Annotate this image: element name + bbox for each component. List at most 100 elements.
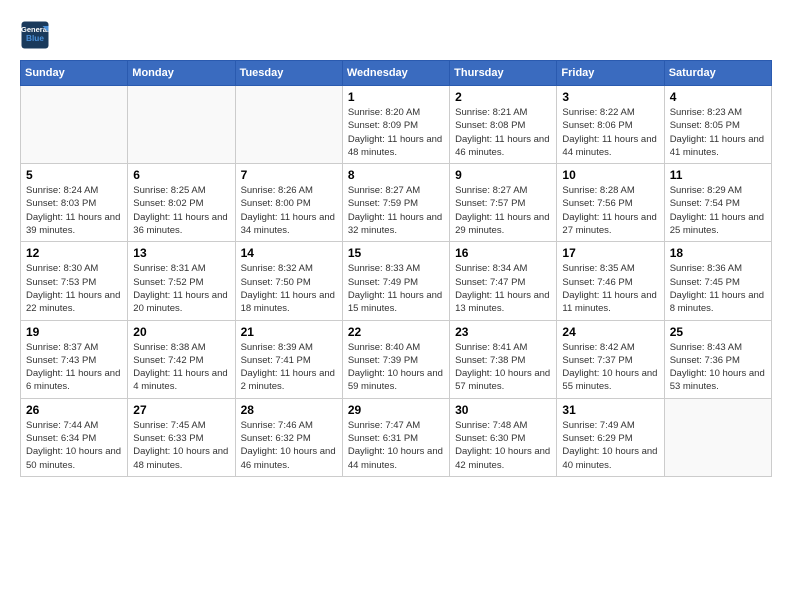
day-number: 14 — [241, 246, 337, 260]
calendar-table: SundayMondayTuesdayWednesdayThursdayFrid… — [20, 60, 772, 477]
day-number: 27 — [133, 403, 229, 417]
calendar-cell: 18Sunrise: 8:36 AM Sunset: 7:45 PM Dayli… — [664, 242, 771, 320]
day-number: 10 — [562, 168, 658, 182]
day-info: Sunrise: 8:27 AM Sunset: 7:59 PM Dayligh… — [348, 184, 444, 237]
day-info: Sunrise: 8:41 AM Sunset: 7:38 PM Dayligh… — [455, 341, 551, 394]
calendar-cell: 16 Sunrise: 8:34 AM Sunset: 7:47 PM Dayli… — [450, 242, 557, 320]
day-number: 16 — [455, 246, 551, 260]
day-number: 28 — [241, 403, 337, 417]
day-number: 6 — [133, 168, 229, 182]
calendar-cell: 5 Sunrise: 8:24 AM Sunset: 8:03 PM Daylig… — [21, 164, 128, 242]
day-number: 30 — [455, 403, 551, 417]
day-number: 23 — [455, 325, 551, 339]
calendar-cell: 21Sunrise: 8:39 AM Sunset: 7:41 PM Dayli… — [235, 320, 342, 398]
day-info: Sunrise: 7:46 AM Sunset: 6:32 PM Dayligh… — [241, 419, 337, 472]
calendar-week-row: 5 Sunrise: 8:24 AM Sunset: 8:03 PM Daylig… — [21, 164, 772, 242]
day-info: Sunrise: 8:25 AM Sunset: 8:02 PM Dayligh… — [133, 184, 229, 237]
day-info: Sunrise: 7:44 AM Sunset: 6:34 PM Dayligh… — [26, 419, 122, 472]
weekday-header-sunday: Sunday — [21, 61, 128, 86]
calendar-cell: 8Sunrise: 8:27 AM Sunset: 7:59 PM Daylig… — [342, 164, 449, 242]
day-info: Sunrise: 8:34 AM Sunset: 7:47 PM Dayligh… — [455, 262, 551, 315]
calendar-cell: 22 Sunrise: 8:40 AM Sunset: 7:39 PM Dayli… — [342, 320, 449, 398]
day-number: 12 — [26, 246, 122, 260]
calendar-cell — [21, 86, 128, 164]
calendar-cell: 3Sunrise: 8:22 AM Sunset: 8:06 PM Daylig… — [557, 86, 664, 164]
day-info: Sunrise: 8:20 AM Sunset: 8:09 PM Dayligh… — [348, 106, 444, 159]
calendar-cell: 25 Sunrise: 8:43 AM Sunset: 7:36 PM Dayli… — [664, 320, 771, 398]
day-number: 1 — [348, 90, 444, 104]
calendar-cell: 1 Sunrise: 8:20 AM Sunset: 8:09 PM Daylig… — [342, 86, 449, 164]
calendar-cell: 12 Sunrise: 8:30 AM Sunset: 7:53 PM Dayli… — [21, 242, 128, 320]
calendar-week-row: 12 Sunrise: 8:30 AM Sunset: 7:53 PM Dayli… — [21, 242, 772, 320]
weekday-header-saturday: Saturday — [664, 61, 771, 86]
day-info: Sunrise: 8:29 AM Sunset: 7:54 PM Dayligh… — [670, 184, 766, 237]
day-number: 25 — [670, 325, 766, 339]
day-number: 13 — [133, 246, 229, 260]
calendar-cell: 17Sunrise: 8:35 AM Sunset: 7:46 PM Dayli… — [557, 242, 664, 320]
day-number: 31 — [562, 403, 658, 417]
calendar-cell: 14 Sunrise: 8:32 AM Sunset: 7:50 PM Dayli… — [235, 242, 342, 320]
day-number: 26 — [26, 403, 122, 417]
day-info: Sunrise: 7:49 AM Sunset: 6:29 PM Dayligh… — [562, 419, 658, 472]
calendar-cell: 4 Sunrise: 8:23 AM Sunset: 8:05 PM Daylig… — [664, 86, 771, 164]
day-number: 22 — [348, 325, 444, 339]
day-info: Sunrise: 8:33 AM Sunset: 7:49 PM Dayligh… — [348, 262, 444, 315]
day-info: Sunrise: 8:43 AM Sunset: 7:36 PM Dayligh… — [670, 341, 766, 394]
day-number: 5 — [26, 168, 122, 182]
calendar-cell: 30 Sunrise: 7:48 AM Sunset: 6:30 PM Dayli… — [450, 398, 557, 476]
calendar-cell: 26 Sunrise: 7:44 AM Sunset: 6:34 PM Dayli… — [21, 398, 128, 476]
day-info: Sunrise: 8:37 AM Sunset: 7:43 PM Dayligh… — [26, 341, 122, 394]
day-number: 15 — [348, 246, 444, 260]
day-number: 11 — [670, 168, 766, 182]
calendar-cell: 19Sunrise: 8:37 AM Sunset: 7:43 PM Dayli… — [21, 320, 128, 398]
day-number: 4 — [670, 90, 766, 104]
day-number: 7 — [241, 168, 337, 182]
logo: General Blue — [20, 20, 50, 50]
day-info: Sunrise: 7:45 AM Sunset: 6:33 PM Dayligh… — [133, 419, 229, 472]
calendar-cell: 24Sunrise: 8:42 AM Sunset: 7:37 PM Dayli… — [557, 320, 664, 398]
calendar-cell: 29 Sunrise: 7:47 AM Sunset: 6:31 PM Dayli… — [342, 398, 449, 476]
day-info: Sunrise: 8:40 AM Sunset: 7:39 PM Dayligh… — [348, 341, 444, 394]
day-info: Sunrise: 8:23 AM Sunset: 8:05 PM Dayligh… — [670, 106, 766, 159]
weekday-header-tuesday: Tuesday — [235, 61, 342, 86]
calendar-cell: 23 Sunrise: 8:41 AM Sunset: 7:38 PM Dayli… — [450, 320, 557, 398]
day-info: Sunrise: 8:36 AM Sunset: 7:45 PM Dayligh… — [670, 262, 766, 315]
day-number: 21 — [241, 325, 337, 339]
day-info: Sunrise: 8:31 AM Sunset: 7:52 PM Dayligh… — [133, 262, 229, 315]
calendar-cell: 28 Sunrise: 7:46 AM Sunset: 6:32 PM Dayli… — [235, 398, 342, 476]
calendar-cell — [128, 86, 235, 164]
calendar-cell — [664, 398, 771, 476]
day-number: 2 — [455, 90, 551, 104]
day-number: 17 — [562, 246, 658, 260]
day-info: Sunrise: 8:30 AM Sunset: 7:53 PM Dayligh… — [26, 262, 122, 315]
calendar-cell: 27 Sunrise: 7:45 AM Sunset: 6:33 PM Dayli… — [128, 398, 235, 476]
weekday-header-thursday: Thursday — [450, 61, 557, 86]
calendar-cell: 11 Sunrise: 8:29 AM Sunset: 7:54 PM Dayli… — [664, 164, 771, 242]
day-info: Sunrise: 7:48 AM Sunset: 6:30 PM Dayligh… — [455, 419, 551, 472]
day-info: Sunrise: 8:38 AM Sunset: 7:42 PM Dayligh… — [133, 341, 229, 394]
calendar-cell: 15 Sunrise: 8:33 AM Sunset: 7:49 PM Dayli… — [342, 242, 449, 320]
calendar-cell: 10Sunrise: 8:28 AM Sunset: 7:56 PM Dayli… — [557, 164, 664, 242]
logo-icon: General Blue — [20, 20, 50, 50]
day-info: Sunrise: 8:22 AM Sunset: 8:06 PM Dayligh… — [562, 106, 658, 159]
day-number: 24 — [562, 325, 658, 339]
calendar-cell: 7Sunrise: 8:26 AM Sunset: 8:00 PM Daylig… — [235, 164, 342, 242]
calendar-cell: 2 Sunrise: 8:21 AM Sunset: 8:08 PM Daylig… — [450, 86, 557, 164]
page-header: General Blue — [20, 20, 772, 50]
calendar-cell: 13 Sunrise: 8:31 AM Sunset: 7:52 PM Dayli… — [128, 242, 235, 320]
calendar-cell: 31 Sunrise: 7:49 AM Sunset: 6:29 PM Dayli… — [557, 398, 664, 476]
day-number: 29 — [348, 403, 444, 417]
weekday-header-row: SundayMondayTuesdayWednesdayThursdayFrid… — [21, 61, 772, 86]
day-info: Sunrise: 7:47 AM Sunset: 6:31 PM Dayligh… — [348, 419, 444, 472]
day-number: 9 — [455, 168, 551, 182]
calendar-cell: 9 Sunrise: 8:27 AM Sunset: 7:57 PM Daylig… — [450, 164, 557, 242]
calendar-cell — [235, 86, 342, 164]
day-info: Sunrise: 8:21 AM Sunset: 8:08 PM Dayligh… — [455, 106, 551, 159]
calendar-week-row: 1 Sunrise: 8:20 AM Sunset: 8:09 PM Daylig… — [21, 86, 772, 164]
day-info: Sunrise: 8:27 AM Sunset: 7:57 PM Dayligh… — [455, 184, 551, 237]
day-info: Sunrise: 8:32 AM Sunset: 7:50 PM Dayligh… — [241, 262, 337, 315]
weekday-header-monday: Monday — [128, 61, 235, 86]
calendar-cell: 6 Sunrise: 8:25 AM Sunset: 8:02 PM Daylig… — [128, 164, 235, 242]
svg-text:Blue: Blue — [26, 34, 44, 43]
day-info: Sunrise: 8:24 AM Sunset: 8:03 PM Dayligh… — [26, 184, 122, 237]
